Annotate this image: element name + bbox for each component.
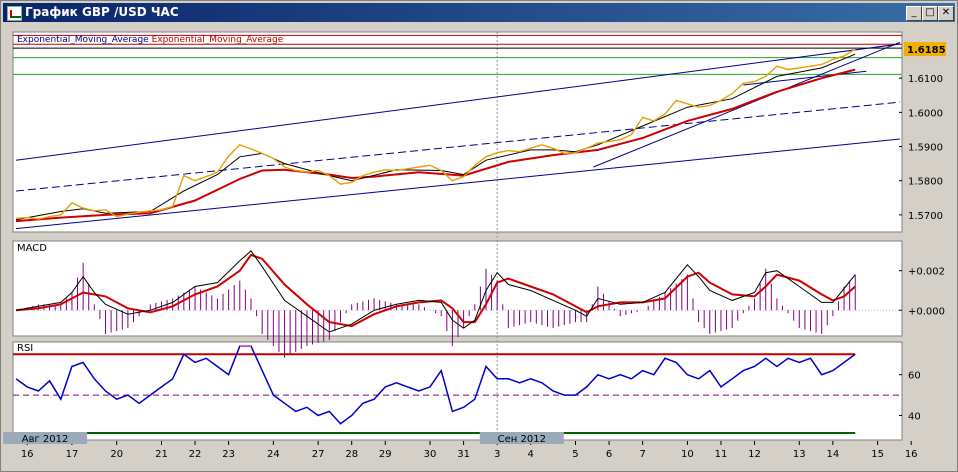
x-tick-label: 13 — [793, 449, 806, 460]
x-tick-label: 16 — [21, 449, 34, 460]
macd-tick-label: +0.002 — [908, 267, 945, 278]
price-tick-label: 1.5900 — [908, 143, 943, 154]
legend-ema-slow: Exponential_Moving_Average — [152, 35, 284, 45]
rsi-tick-label: 40 — [908, 412, 921, 423]
macd-title: MACD — [17, 243, 47, 254]
legend-ema-fast: Exponential_Moving_Average — [17, 35, 152, 45]
x-tick-label: 30 — [424, 449, 437, 460]
price-tick-label: 1.5800 — [908, 177, 943, 188]
ema-legend: Exponential_Moving_Average Exponential_M… — [17, 35, 284, 45]
x-tick-label: 21 — [155, 449, 168, 460]
x-tick-label: 11 — [715, 449, 728, 460]
x-tick-label: 15 — [871, 449, 884, 460]
macd-tick-label: +0.000 — [908, 306, 945, 317]
month-label: Авг 2012 — [22, 434, 69, 445]
last-price-label: 1.6185 — [907, 45, 946, 56]
x-tick-label: 6 — [606, 449, 612, 460]
x-tick-label: 12 — [748, 449, 761, 460]
x-tick-label: 14 — [826, 449, 839, 460]
rsi-tick-label: 60 — [908, 371, 921, 382]
x-tick-label: 10 — [681, 449, 694, 460]
x-tick-label: 4 — [528, 449, 534, 460]
price-tick-label: 1.5700 — [908, 211, 943, 222]
price-tick-label: 1.6100 — [908, 74, 943, 85]
x-tick-label: 31 — [457, 449, 470, 460]
month-label: Сен 2012 — [498, 434, 546, 445]
price-panel-bg — [12, 31, 903, 233]
x-tick-label: 22 — [189, 449, 202, 460]
rsi-title: RSI — [17, 343, 33, 354]
x-tick-label: 24 — [267, 449, 280, 460]
x-tick-label: 7 — [639, 449, 645, 460]
chart-canvas: Exponential_Moving_Average Exponential_M… — [3, 31, 946, 467]
x-tick-label: 23 — [222, 449, 235, 460]
x-tick-label: 3 — [494, 449, 500, 460]
x-tick-label: 20 — [110, 449, 123, 460]
x-tick-label: 5 — [572, 449, 578, 460]
price-tick-label: 1.6000 — [908, 108, 943, 119]
x-tick-label: 27 — [312, 449, 325, 460]
rsi-panel-bg — [12, 341, 903, 441]
x-tick-label: 17 — [66, 449, 79, 460]
x-tick-label: 28 — [345, 449, 358, 460]
x-tick-label: 16 — [905, 449, 918, 460]
x-tick-label: 29 — [379, 449, 392, 460]
